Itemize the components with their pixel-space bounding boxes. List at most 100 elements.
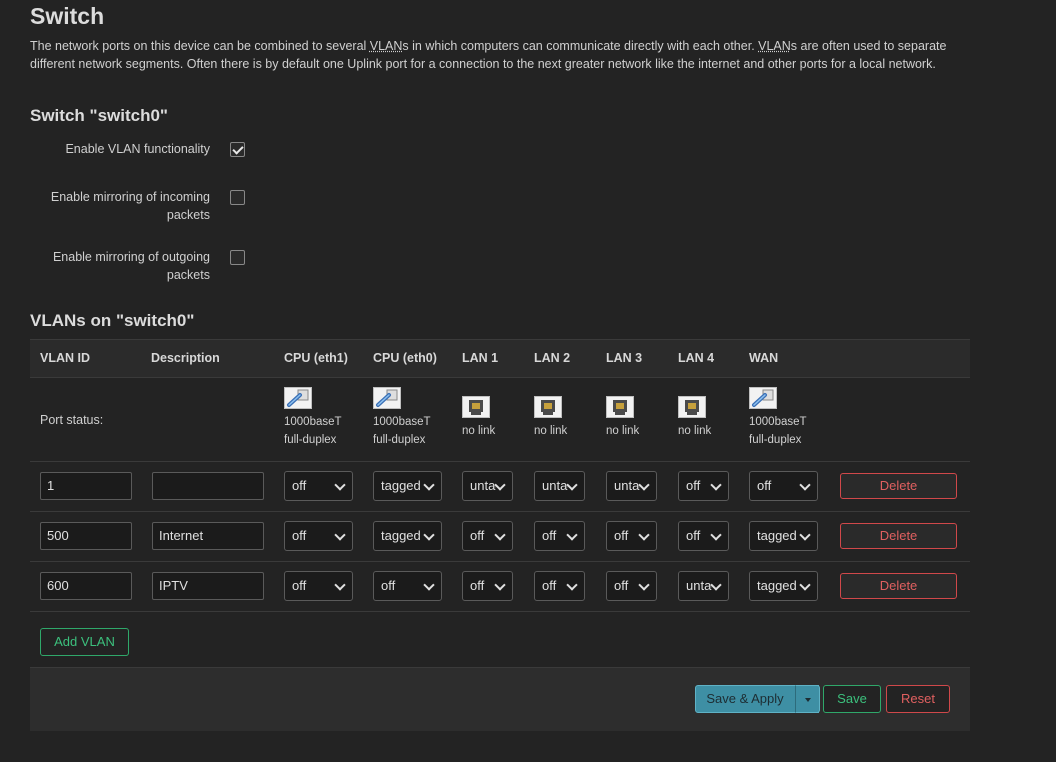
vlan-description-input[interactable]: Internet bbox=[152, 522, 264, 550]
option-label: Enable mirroring of outgoing packets bbox=[52, 250, 210, 282]
port-membership-select[interactable]: tagged bbox=[749, 571, 818, 601]
mirror-outgoing-checkbox[interactable] bbox=[230, 250, 245, 265]
port-status-cell: 1000baseT full-duplex bbox=[749, 387, 807, 449]
port-speed-text: 1000baseT bbox=[749, 416, 807, 428]
divider bbox=[30, 561, 970, 562]
port-membership-select[interactable]: off bbox=[373, 571, 442, 601]
port-speed-text: no link bbox=[534, 425, 568, 437]
delete-vlan-button[interactable]: Delete bbox=[840, 523, 957, 549]
select-value: off bbox=[757, 478, 772, 493]
select-value: off bbox=[542, 578, 557, 593]
port-membership-select[interactable]: tagged bbox=[373, 521, 442, 551]
select-value: off bbox=[470, 528, 485, 543]
header-lan2: LAN 2 bbox=[534, 351, 571, 365]
chevron-down-icon bbox=[566, 579, 578, 591]
select-value: untagged bbox=[614, 478, 640, 493]
header-lan3: LAN 3 bbox=[606, 351, 643, 365]
header-cpu-eth0: CPU (eth0) bbox=[373, 351, 437, 365]
port-connected-icon bbox=[284, 387, 312, 409]
mirror-incoming-checkbox[interactable] bbox=[230, 190, 245, 205]
port-duplex-text: full-duplex bbox=[284, 434, 337, 446]
add-vlan-button[interactable]: Add VLAN bbox=[40, 628, 129, 656]
delete-vlan-button[interactable]: Delete bbox=[840, 573, 957, 599]
vlan-table: VLAN ID Description CPU (eth1) CPU (eth0… bbox=[30, 339, 970, 731]
port-status-label: Port status: bbox=[40, 413, 104, 427]
action-bar: Save & Apply Save Reset bbox=[30, 667, 970, 731]
option-label: Enable mirroring of incoming packets bbox=[50, 190, 210, 222]
vlan-id-input[interactable]: 600 bbox=[40, 572, 132, 600]
port-membership-select[interactable]: untagged bbox=[678, 571, 729, 601]
select-value: off bbox=[614, 528, 629, 543]
port-membership-select[interactable]: tagged bbox=[749, 521, 818, 551]
select-value: tagged bbox=[381, 478, 421, 493]
save-apply-dropdown-toggle[interactable] bbox=[795, 685, 820, 713]
port-membership-select[interactable]: off bbox=[462, 521, 513, 551]
port-speed-text: no link bbox=[678, 425, 712, 437]
port-membership-select[interactable]: off bbox=[749, 471, 818, 501]
port-membership-select[interactable]: tagged bbox=[373, 471, 442, 501]
port-membership-select[interactable]: off bbox=[606, 521, 657, 551]
port-disconnected-icon bbox=[462, 396, 490, 418]
port-membership-select[interactable]: off bbox=[678, 471, 729, 501]
chevron-down-icon bbox=[710, 479, 722, 491]
select-value: tagged bbox=[757, 528, 797, 543]
select-value: off bbox=[470, 578, 485, 593]
port-membership-select[interactable]: off bbox=[284, 521, 353, 551]
port-disconnected-icon bbox=[534, 396, 562, 418]
vlan-id-input[interactable]: 500 bbox=[40, 522, 132, 550]
select-value: tagged bbox=[381, 528, 421, 543]
page-title: Switch bbox=[30, 3, 105, 29]
chevron-down-icon bbox=[710, 529, 722, 541]
port-membership-select[interactable]: untagged bbox=[606, 471, 657, 501]
chevron-down-icon bbox=[638, 579, 650, 591]
select-value: off bbox=[292, 478, 307, 493]
enable-vlan-checkbox[interactable] bbox=[230, 142, 245, 157]
chevron-down-icon bbox=[638, 529, 650, 541]
port-membership-select[interactable]: untagged bbox=[534, 471, 585, 501]
vlan-description-input[interactable]: IPTV bbox=[152, 572, 264, 600]
port-status-cell: 1000baseT full-duplex bbox=[284, 387, 342, 449]
header-cpu-eth1: CPU (eth1) bbox=[284, 351, 348, 365]
port-speed-text: no link bbox=[462, 425, 496, 437]
port-speed-text: no link bbox=[606, 425, 640, 437]
select-value: untagged bbox=[542, 478, 568, 493]
header-description: Description bbox=[151, 351, 220, 365]
delete-vlan-button[interactable]: Delete bbox=[840, 473, 957, 499]
port-membership-select[interactable]: off bbox=[462, 571, 513, 601]
port-membership-select[interactable]: off bbox=[534, 521, 585, 551]
select-value: off bbox=[292, 528, 307, 543]
port-membership-select[interactable]: off bbox=[284, 471, 353, 501]
vlan-description-input[interactable] bbox=[152, 472, 264, 500]
port-connected-icon bbox=[749, 387, 777, 409]
option-mirror-incoming: Enable mirroring of incoming packets bbox=[30, 188, 250, 228]
vlan-id-input[interactable]: 1 bbox=[40, 472, 132, 500]
port-membership-select[interactable]: off bbox=[606, 571, 657, 601]
option-label: Enable VLAN functionality bbox=[65, 142, 210, 156]
chevron-down-icon bbox=[566, 529, 578, 541]
port-status-cell: no link bbox=[678, 396, 711, 440]
header-vlan-id: VLAN ID bbox=[40, 351, 90, 365]
port-duplex-text: full-duplex bbox=[373, 434, 426, 446]
port-disconnected-icon bbox=[606, 396, 634, 418]
port-status-cell: no link bbox=[606, 396, 639, 440]
option-mirror-outgoing: Enable mirroring of outgoing packets bbox=[30, 248, 250, 288]
switch-section-title: Switch "switch0" bbox=[30, 106, 168, 125]
select-value: off bbox=[686, 528, 701, 543]
port-status-cell: no link bbox=[534, 396, 567, 440]
port-membership-select[interactable]: untagged bbox=[462, 471, 513, 501]
port-membership-select[interactable]: off bbox=[284, 571, 353, 601]
reset-button[interactable]: Reset bbox=[886, 685, 950, 713]
select-value: off bbox=[381, 578, 396, 593]
header-lan4: LAN 4 bbox=[678, 351, 715, 365]
chevron-down-icon bbox=[494, 529, 506, 541]
port-membership-select[interactable]: off bbox=[678, 521, 729, 551]
select-value: off bbox=[686, 478, 701, 493]
header-lan1: LAN 1 bbox=[462, 351, 499, 365]
divider bbox=[30, 611, 970, 612]
save-button[interactable]: Save bbox=[823, 685, 881, 713]
chevron-down-icon bbox=[710, 579, 722, 591]
divider bbox=[30, 461, 970, 462]
port-speed-text: 1000baseT bbox=[284, 416, 342, 428]
chevron-down-icon bbox=[494, 579, 506, 591]
port-membership-select[interactable]: off bbox=[534, 571, 585, 601]
